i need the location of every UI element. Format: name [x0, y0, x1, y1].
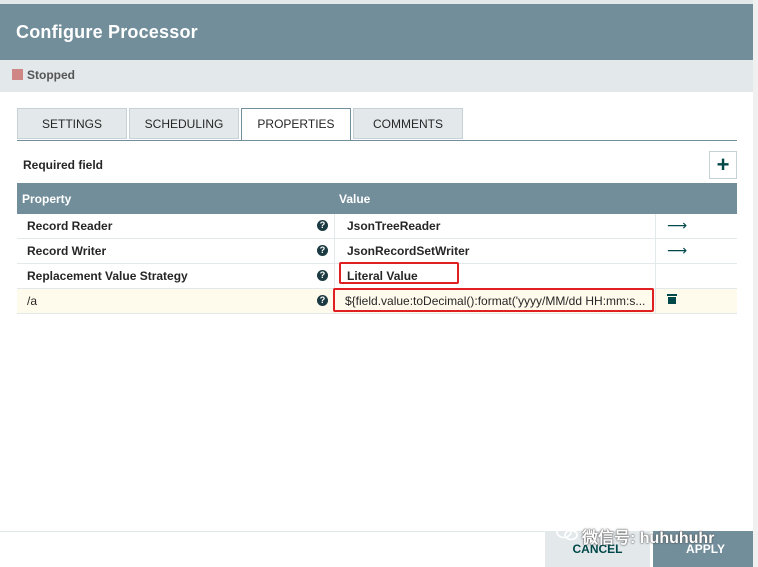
- trash-icon[interactable]: [667, 294, 677, 304]
- table-row: Record Writer ? JsonRecordSetWriter ⟶: [17, 239, 737, 264]
- property-name: Record Writer: [27, 244, 107, 258]
- tab-settings[interactable]: SETTINGS: [17, 108, 127, 139]
- property-value[interactable]: JsonRecordSetWriter: [347, 244, 469, 258]
- column-header-property: Property: [22, 192, 72, 206]
- properties-table: Property Value Record Reader ? JsonTreeR…: [17, 183, 737, 314]
- property-value[interactable]: JsonTreeReader: [347, 219, 440, 233]
- help-icon[interactable]: ?: [317, 220, 328, 231]
- arrow-right-icon[interactable]: ⟶: [667, 242, 687, 259]
- help-icon[interactable]: ?: [317, 270, 328, 281]
- required-field-label: Required field: [23, 158, 104, 172]
- property-value[interactable]: Literal Value: [347, 269, 418, 283]
- table-row: Replacement Value Strategy ? Literal Val…: [17, 262, 737, 289]
- help-icon[interactable]: ?: [317, 295, 328, 306]
- property-value[interactable]: ${field.value:toDecimal():format('yyyy/M…: [345, 294, 645, 308]
- tab-comments[interactable]: COMMENTS: [353, 108, 463, 139]
- status-bar: Stopped: [0, 60, 758, 92]
- dialog-header: Configure Processor: [0, 4, 758, 60]
- wechat-icon: [556, 525, 578, 541]
- add-property-button[interactable]: +: [709, 151, 737, 179]
- property-name: Replacement Value Strategy: [27, 269, 188, 283]
- tab-underline: [17, 140, 737, 141]
- table-header: Property Value: [17, 183, 737, 214]
- status-text: Stopped: [27, 68, 75, 82]
- watermark-text: 微信号: huhuhuhr: [582, 530, 715, 547]
- tab-scheduling[interactable]: SCHEDULING: [129, 108, 239, 139]
- tab-properties[interactable]: PROPERTIES: [241, 108, 351, 141]
- property-name: /a: [27, 294, 38, 308]
- dialog-title: Configure Processor: [16, 22, 198, 42]
- arrow-right-icon[interactable]: ⟶: [667, 217, 687, 234]
- table-row: Record Reader ? JsonTreeReader ⟶: [17, 214, 737, 239]
- table-row: /a ? ${field.value:toDecimal():format('y…: [17, 288, 737, 314]
- stopped-icon: [12, 69, 23, 80]
- column-header-value: Value: [339, 192, 371, 206]
- window-edge: [753, 0, 758, 567]
- help-icon[interactable]: ?: [317, 245, 328, 256]
- property-name: Record Reader: [27, 219, 113, 233]
